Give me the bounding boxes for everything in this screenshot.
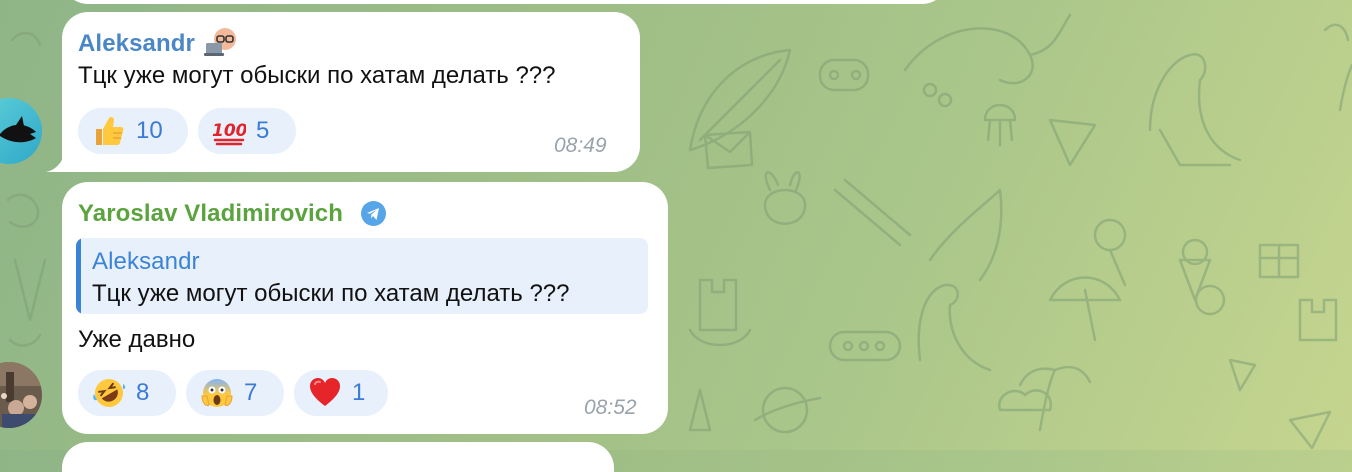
hundred-points-icon: 100 (212, 121, 246, 146)
reaction-count: 8 (136, 379, 150, 406)
sender-name[interactable]: Aleksandr (78, 30, 195, 58)
telegram-premium-icon (361, 201, 386, 226)
red-heart-icon (310, 378, 340, 406)
bubble-tail (46, 146, 70, 172)
message-time: 08:49 (554, 134, 607, 157)
reaction-hundred-points[interactable]: 100 5 (198, 108, 296, 154)
reaction-face-screaming[interactable]: 7 (186, 370, 284, 416)
reaction-count: 10 (136, 117, 163, 144)
rolling-on-floor-laughing-icon (93, 379, 126, 407)
reply-sender-name: Aleksandr (92, 248, 200, 275)
reaction-thumbs-up[interactable]: 10 (78, 108, 188, 154)
reaction-rolling-on-floor-laughing[interactable]: 8 (78, 370, 176, 416)
reply-text: Тцк уже могут обыски по хатам делать ??? (92, 280, 570, 307)
thumbs-up-icon (96, 116, 124, 145)
nerd-laptop-emoji-icon (204, 28, 236, 56)
message-text: Тцк уже могут обыски по хатам делать ??? (78, 62, 556, 89)
avatar[interactable] (0, 98, 42, 164)
reply-quote-bar (76, 238, 81, 314)
reaction-red-heart[interactable]: 1 (294, 370, 388, 416)
sender-name[interactable]: Yaroslav Vladimirovich (78, 200, 343, 228)
avatar[interactable] (0, 362, 42, 428)
reaction-count: 1 (352, 379, 366, 406)
svg-text:100: 100 (212, 121, 246, 141)
message-text: Уже давно (78, 326, 196, 353)
next-message-bubble (62, 442, 614, 472)
photo-avatar-icon (0, 362, 42, 428)
previous-message-bubble (62, 0, 948, 4)
message-time: 08:52 (584, 396, 637, 419)
shark-avatar-icon (0, 98, 42, 164)
reaction-count: 7 (244, 379, 258, 406)
face-screaming-in-fear-icon (201, 379, 233, 407)
reaction-count: 5 (256, 117, 270, 144)
